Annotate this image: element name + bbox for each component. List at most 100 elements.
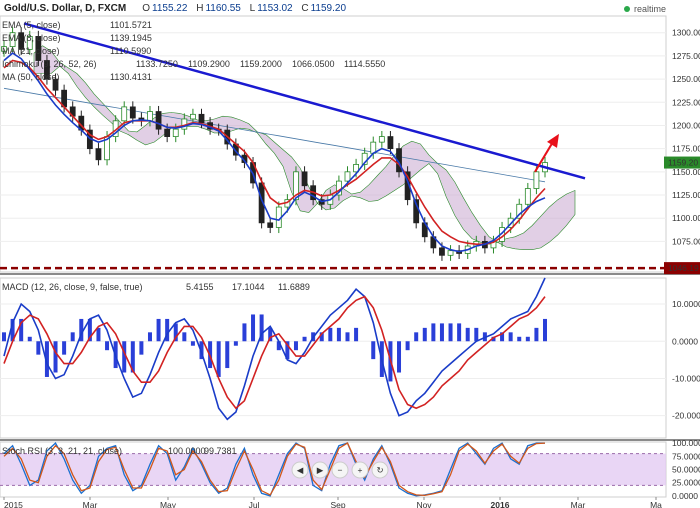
macd-histogram-bar <box>439 323 444 342</box>
macd-histogram-bar <box>96 327 101 342</box>
price-candle <box>387 136 394 150</box>
macd-histogram-bar <box>543 318 547 342</box>
chart-nav-icon: − <box>338 465 343 475</box>
macd-histogram-bar <box>465 327 470 342</box>
macd-histogram-bar <box>534 327 539 342</box>
x-tick-label: Sep <box>330 500 345 508</box>
price-tick-label: 1125.00 <box>672 190 700 200</box>
price-candle <box>198 113 205 124</box>
rsi-tick-label: 50.0000 <box>672 465 700 475</box>
rsi-tick-label: 25.0000 <box>672 478 700 488</box>
ichimoku-legend-value: 1114.5550 <box>344 59 385 69</box>
macd-histogram-bar <box>431 323 436 342</box>
price-candle <box>439 247 445 256</box>
ichimoku-legend-value: 1133.7250 <box>136 59 178 69</box>
macd-histogram-bar <box>448 323 453 342</box>
macd-histogram-bar <box>156 318 161 342</box>
live-dot-icon <box>623 6 630 12</box>
macd-histogram-bar <box>27 336 32 342</box>
price-candle <box>164 128 171 137</box>
indicator-legend-value: 1130.4131 <box>110 72 152 82</box>
macd-histogram-bar <box>474 327 479 342</box>
macd-legend-value: 5.4155 <box>186 282 214 292</box>
macd-tick-label: -20.0000 <box>672 411 700 421</box>
macd-histogram-bar <box>508 332 513 342</box>
price-tick-label: 1200.00 <box>672 120 700 130</box>
rsi-tick-label: 0.0000 <box>672 491 698 501</box>
macd-histogram-bar <box>397 341 402 373</box>
macd-histogram-bar <box>517 336 522 342</box>
chart-nav-icon: ◀ <box>297 465 304 475</box>
macd-legend-label: MACD (12, 26, close, 9, false, true) <box>2 282 143 292</box>
macd-legend-value: 17.1044 <box>232 282 265 292</box>
price-candle <box>267 222 274 228</box>
price-candle <box>155 111 162 130</box>
macd-histogram-bar <box>105 341 110 351</box>
realtime-indicator: realtime <box>623 4 666 14</box>
macd-tick-label: 10.0000 <box>672 299 700 309</box>
macd-histogram-bar <box>147 332 152 342</box>
chart-header: Gold/U.S. Dollar, D, FXCM O 1155.22 H 1160… <box>0 0 346 16</box>
macd-tick-label: -10.0000 <box>672 373 700 383</box>
macd-histogram-bar <box>62 341 67 355</box>
price-candle <box>344 171 351 182</box>
macd-histogram-bar <box>371 341 376 360</box>
macd-histogram-bar <box>182 332 187 342</box>
price-tick-label: 1100.00 <box>672 213 700 223</box>
price-tick-label: 1075.00 <box>672 236 700 246</box>
chart-title: Gold/U.S. Dollar, D, FXCM <box>4 2 127 14</box>
chart-canvas[interactable]: 1075.001100.001125.001150.001175.001200.… <box>0 0 700 508</box>
ichimoku-legend-value: 1159.2000 <box>240 59 282 69</box>
price-candle <box>378 136 385 143</box>
rsi-tick-label: 75.0000 <box>672 451 700 461</box>
indicator-legend-label: EMA (5, close) <box>2 20 61 30</box>
macd-histogram-bar <box>354 327 359 342</box>
ohlc-high: 1160.55 <box>205 2 241 14</box>
macd-histogram-bar <box>190 341 195 346</box>
ohlc-close: 1159.20 <box>310 2 347 14</box>
trend-arrow-head <box>547 133 559 148</box>
stoch-legend-label: Stoch RSI (3, 3, 21, 21, close) <box>2 446 122 456</box>
ohlc-open: 1155.22 <box>152 2 188 14</box>
price-panel <box>0 15 667 273</box>
x-tick-label: May <box>160 500 177 508</box>
price-tick-label: 1300.00 <box>672 28 700 38</box>
stoch-legend-value: 100.0000 <box>168 446 206 456</box>
last-price-label: 1159.20 <box>668 158 698 168</box>
x-tick-label: 2015 <box>4 500 23 508</box>
macd-histogram-bar <box>233 341 238 346</box>
price-candle <box>129 106 136 119</box>
indicator-legend-label: EMA (8, close) <box>2 33 61 43</box>
x-tick-label: Mar <box>571 500 586 508</box>
indicator-legend-label: MA (21, close) <box>2 46 60 56</box>
macd-tick-label: 0.0000 <box>672 336 698 346</box>
macd-histogram-bar <box>251 314 256 342</box>
price-candle <box>301 171 308 187</box>
price-tick-label: 1250.00 <box>672 74 700 84</box>
chart-nav-icon: ↻ <box>376 465 383 475</box>
macd-histogram-bar <box>328 327 333 342</box>
price-candle <box>190 113 196 120</box>
price-tick-label: 1175.00 <box>672 144 700 154</box>
indicator-legend-value: 1110.5990 <box>110 46 151 56</box>
ohlc-readout: O 1155.22 H 1160.55 L 1153.02 C 1159.20 <box>142 2 347 14</box>
x-tick-label: Mar <box>83 500 98 508</box>
macd-histogram-bar <box>36 341 41 355</box>
rsi-tick-label: 100.0000 <box>672 438 700 448</box>
chart-nav-icon: + <box>358 465 363 475</box>
macd-histogram-bar <box>414 332 419 342</box>
macd-panel <box>0 277 667 439</box>
x-tick-label: Nov <box>416 500 432 508</box>
price-candle <box>524 188 531 205</box>
price-candle <box>172 128 179 137</box>
macd-legend-value: 11.6889 <box>278 282 310 292</box>
macd-histogram-bar <box>139 341 144 355</box>
indicator-legend-value: 1139.1945 <box>110 33 152 43</box>
x-tick-label: 2016 <box>491 500 510 508</box>
stoch-legend-value: 99.7381 <box>204 446 237 456</box>
ichimoku-legend-value: 1109.2900 <box>188 59 230 69</box>
ichimoku-legend-value: 1066.0500 <box>292 59 335 69</box>
macd-histogram-bar <box>216 341 221 377</box>
realtime-label: realtime <box>633 4 666 14</box>
macd-histogram-bar <box>405 341 410 351</box>
